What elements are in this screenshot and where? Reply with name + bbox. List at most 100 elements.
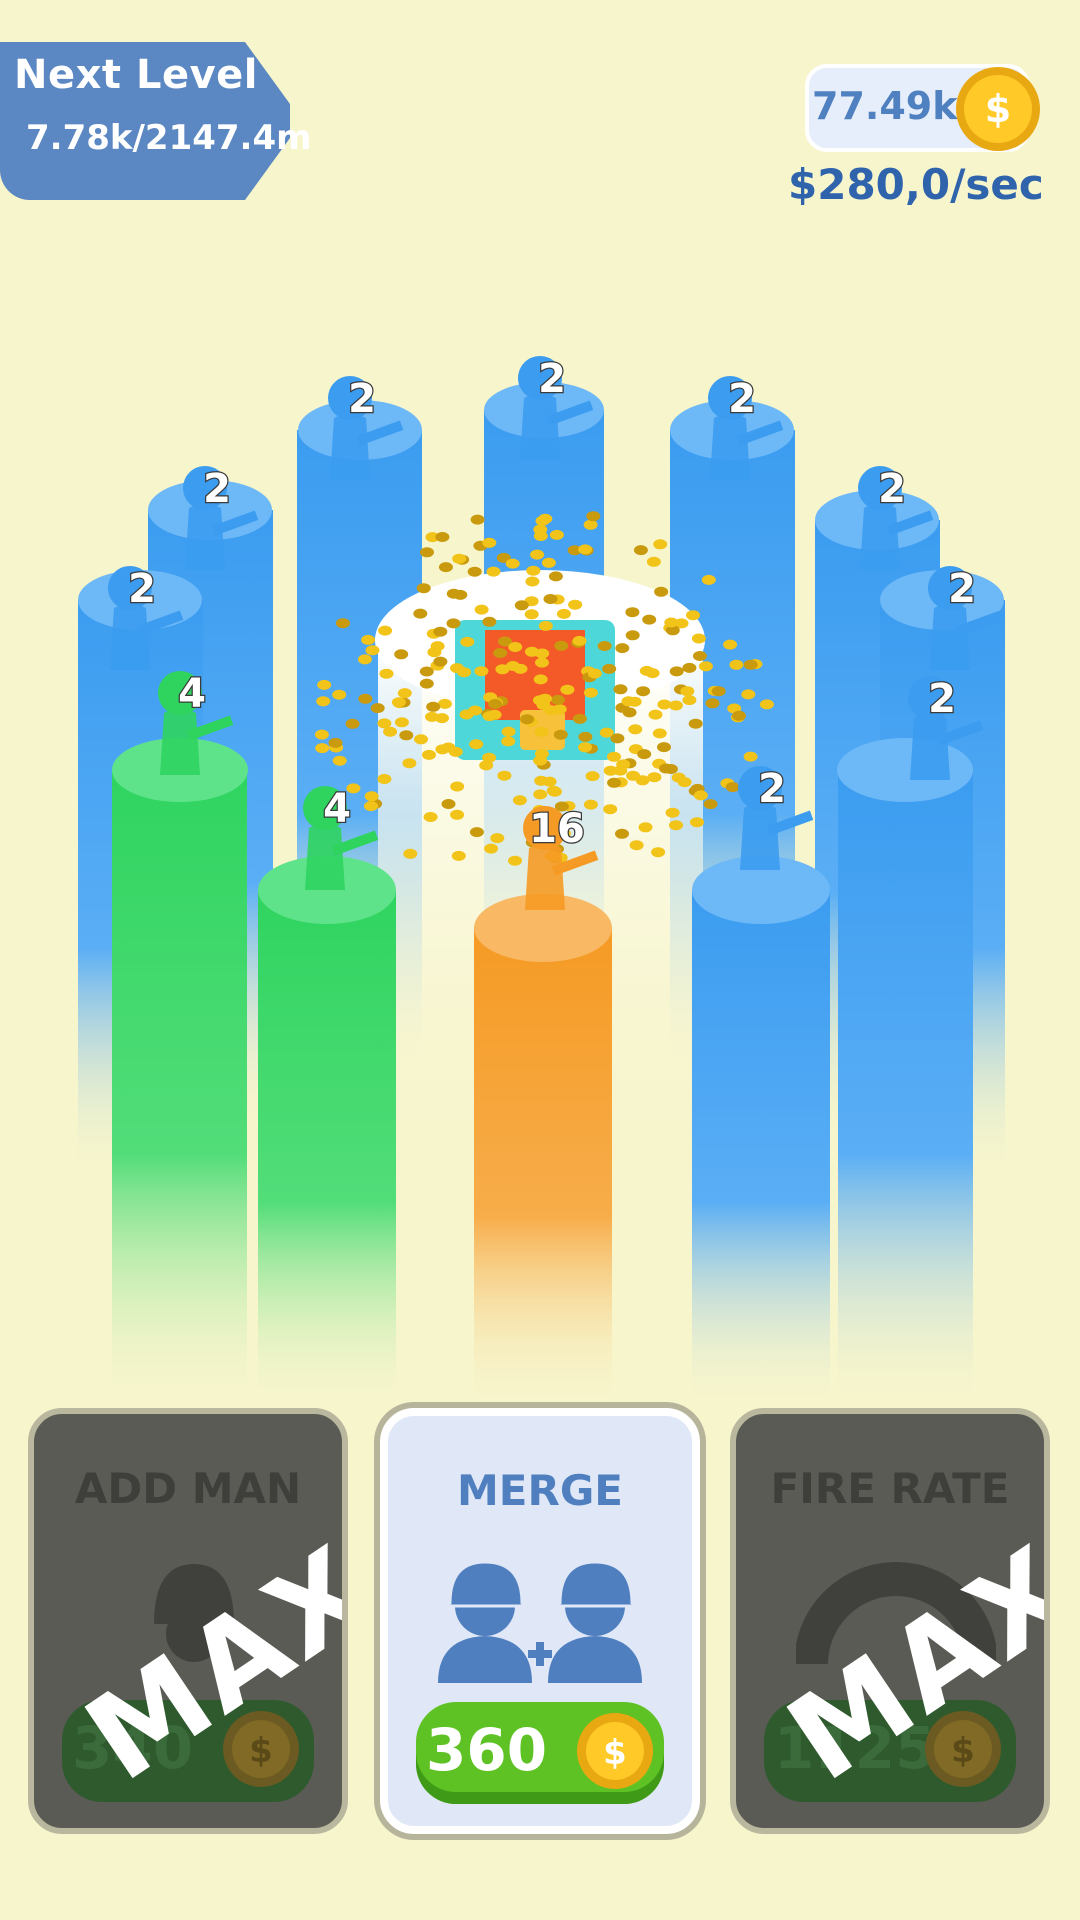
coin-particle (377, 718, 392, 729)
coin-particle (501, 736, 516, 747)
coin-particle (556, 608, 571, 619)
add-man-card[interactable]: ADD MAN 340 $ MAX (28, 1408, 348, 1834)
coin-particle (535, 515, 550, 526)
coin-particle (732, 710, 746, 721)
coin-particle (460, 636, 475, 647)
coin-particle (668, 700, 683, 711)
coin-particle (538, 693, 552, 704)
coin-particle (414, 734, 428, 745)
coin-particle (379, 668, 394, 679)
coin-particle (446, 588, 461, 599)
coin-particle (399, 730, 414, 741)
soldier-blue: 2 (738, 765, 814, 870)
svg-text:$: $ (951, 1731, 975, 1771)
coin-particle (692, 651, 707, 661)
coin-particle (680, 686, 695, 697)
coin-particle (459, 709, 474, 720)
coin-particle (654, 586, 669, 597)
coin-particle (493, 648, 508, 658)
coin-particle (357, 654, 372, 665)
coin-particle (648, 709, 663, 720)
coin-particle (435, 744, 450, 755)
coin-particle (627, 696, 642, 707)
coin-particle (597, 641, 612, 651)
coin-particle (725, 782, 740, 793)
coin-particle (701, 574, 716, 585)
coin-particle (629, 840, 644, 851)
coin-particle (616, 759, 631, 770)
coin-particle (647, 772, 662, 783)
coin-particle (560, 684, 575, 695)
coin-particle (508, 642, 523, 652)
coin-particle (378, 625, 393, 636)
coin-particle (652, 728, 667, 739)
coin-particle (553, 729, 568, 740)
coin-particle (365, 645, 380, 656)
coin-particle (394, 717, 409, 728)
coin-particle (578, 544, 593, 555)
coin-particle (533, 674, 548, 685)
coin-particle (470, 514, 485, 525)
unit-level-label: 2 (348, 376, 376, 422)
coin-particle (482, 752, 497, 763)
coin-particle (578, 731, 593, 742)
coin-particle (450, 809, 465, 820)
coin-particle (690, 817, 704, 828)
coin-particle (413, 608, 428, 619)
coin-particle (422, 749, 436, 760)
coin-particle (544, 705, 559, 716)
coin-particle (427, 647, 442, 658)
coin-particle (391, 697, 406, 708)
coin-particle (423, 812, 438, 822)
coin-particle (638, 822, 653, 833)
coin-particle (550, 694, 565, 705)
coin-particle (316, 696, 331, 707)
coin-particle (637, 749, 652, 760)
coin-particle (549, 529, 564, 540)
coin-particle (603, 765, 618, 776)
coin-particle (490, 833, 505, 844)
fire-rate-card[interactable]: FIRE RATE 1125 $ MAX (730, 1408, 1050, 1834)
coin-particle (669, 666, 684, 677)
coin-particle (759, 699, 774, 710)
coin-particle (457, 667, 472, 678)
coin-particle (665, 807, 680, 818)
coin-particle (394, 649, 409, 660)
coin-particle (686, 610, 700, 621)
coin-particle (469, 827, 484, 838)
coin-particle (723, 639, 738, 650)
coin-particle (639, 665, 654, 676)
coin-particle (514, 600, 529, 611)
coin-particle (317, 679, 332, 690)
coin-particle (520, 714, 535, 725)
coin-particle (705, 698, 720, 709)
add-man-title: ADD MAN (74, 1464, 302, 1513)
svg-text:$: $ (603, 1733, 627, 1773)
coin-particle (512, 795, 527, 806)
coin-particle (572, 635, 587, 646)
coin-particle (688, 718, 703, 729)
coin-particle (626, 770, 641, 781)
coin-particle (613, 684, 628, 695)
merge-title: MERGE (457, 1466, 623, 1515)
coin-particle (535, 657, 549, 668)
coin-particle (607, 751, 621, 762)
coin-particle (625, 630, 640, 641)
coin-particle (603, 804, 618, 815)
coin-particle (335, 618, 350, 629)
coin-particle (693, 790, 708, 801)
coin-particle (572, 713, 587, 724)
coin-particle (526, 565, 541, 576)
unit-level-label: 2 (878, 466, 906, 512)
coin-particle (438, 562, 453, 573)
coin-balance: 77.49k (812, 84, 958, 128)
coin-particle (505, 558, 520, 569)
coin-particle (488, 699, 503, 709)
coin-particle (426, 701, 441, 712)
merge-card[interactable]: MERGE 360 $ (380, 1408, 700, 1834)
coin-particle (703, 799, 718, 810)
coin-particle (607, 777, 622, 788)
coin-particle (497, 770, 512, 781)
coin-particle (583, 799, 598, 810)
coin-particle (586, 511, 601, 522)
